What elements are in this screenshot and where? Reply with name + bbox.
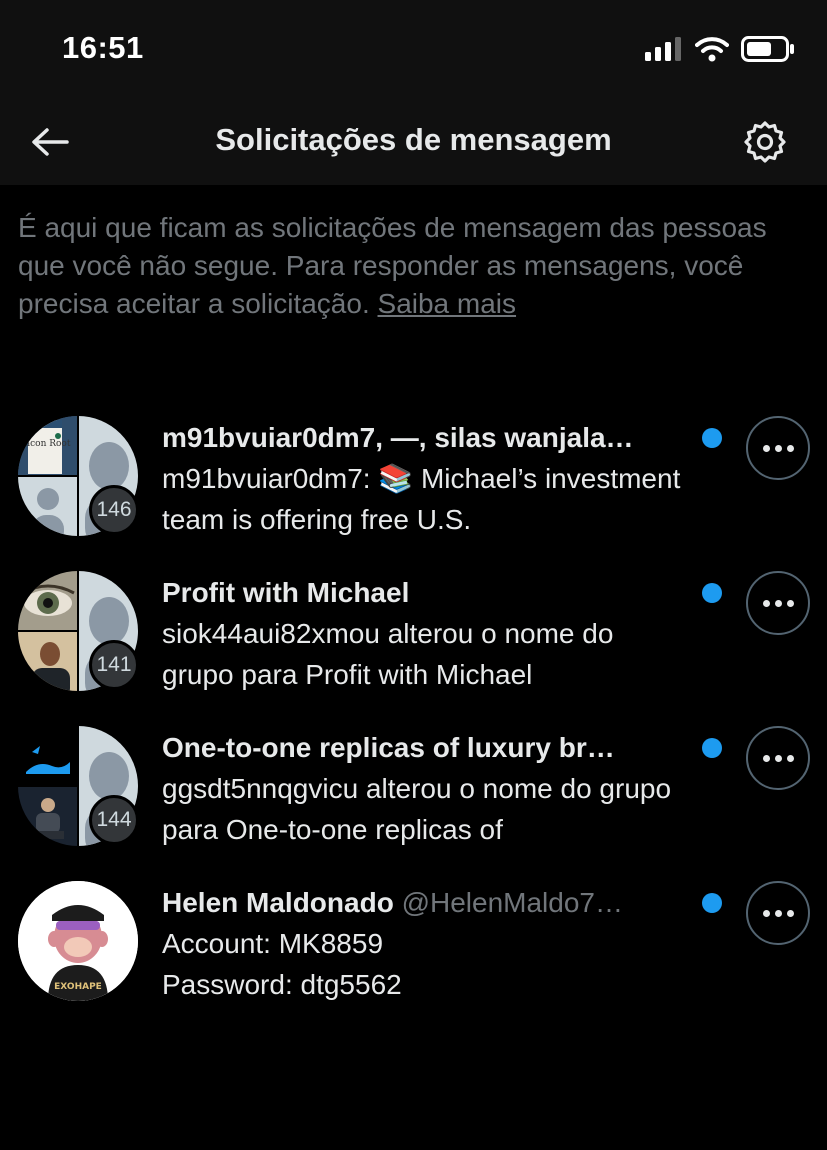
member-count-badge: 141 — [89, 640, 139, 690]
unread-dot — [702, 893, 722, 913]
list-item[interactable]: Yacon Root 146 m91bvuiar0dm7, —, silas w… — [0, 416, 827, 566]
request-message: ggsdt5nnqgvicu alterou o nome do grupo p… — [162, 773, 672, 845]
settings-button[interactable] — [741, 118, 789, 166]
member-count-badge: 146 — [89, 485, 139, 535]
request-title: m91bvuiar0dm7, —, silas wanjala… — [162, 422, 634, 453]
battery-icon — [741, 36, 794, 62]
list-item[interactable]: 144 One-to-one replicas of luxury br… gg… — [0, 726, 827, 876]
more-options-button[interactable] — [746, 881, 810, 945]
gear-icon — [744, 121, 786, 163]
avatar-default — [18, 477, 77, 536]
unread-dot — [702, 428, 722, 448]
request-message: Account: MK8859 Password: dtg5562 — [162, 928, 402, 1000]
avatar-photo — [18, 571, 77, 630]
request-text: Profit with Michael siok44aui82xmou alte… — [162, 573, 682, 695]
avatar-photo — [18, 787, 77, 846]
unread-dot — [702, 738, 722, 758]
status-time: 16:51 — [62, 30, 144, 65]
avatar-label: Yacon Root — [19, 439, 71, 449]
sender-name: Helen Maldonado — [162, 887, 394, 918]
signal-icon — [645, 37, 681, 61]
more-options-button[interactable] — [746, 571, 810, 635]
unread-dot — [702, 583, 722, 603]
request-message: m91bvuiar0dm7: 📚 Michael’s investment te… — [162, 463, 681, 535]
list-item[interactable]: 141 Profit with Michael siok44aui82xmou … — [0, 571, 827, 721]
request-text: Helen Maldonado @HelenMaldo7… Account: M… — [162, 883, 682, 1005]
sender-handle: @HelenMaldo7… — [401, 887, 623, 918]
request-message: siok44aui82xmou alterou o nome do grupo … — [162, 618, 614, 690]
avatar-photo: Yacon Root — [18, 416, 77, 475]
page-title: Solicitações de mensagem — [215, 122, 612, 157]
avatar: EXOHAPE — [18, 881, 138, 1001]
status-bar: 16:51 — [0, 0, 827, 100]
learn-more-link[interactable]: Saiba mais — [378, 288, 517, 319]
request-title: One-to-one replicas of luxury br… — [162, 732, 615, 763]
more-options-button[interactable] — [746, 416, 810, 480]
message-requests-screen: 16:51 Solicitações de mensagem É aqui qu… — [0, 0, 827, 1150]
avatar-photo — [18, 726, 77, 785]
request-title: Helen Maldonado @HelenMaldo7… — [162, 883, 682, 923]
member-count-badge: 144 — [89, 795, 139, 845]
info-text: É aqui que ficam as solicitações de mens… — [18, 209, 808, 323]
request-text: m91bvuiar0dm7, —, silas wanjala… m91bvui… — [162, 418, 682, 540]
avatar-label: EXOHAPE — [54, 982, 102, 992]
more-options-button[interactable] — [746, 726, 810, 790]
request-text: One-to-one replicas of luxury br… ggsdt5… — [162, 728, 682, 850]
top-bar: Solicitações de mensagem — [0, 100, 827, 185]
list-item[interactable]: EXOHAPE Helen Maldonado @HelenMaldo7… Ac… — [0, 881, 827, 1031]
avatar-photo — [18, 632, 77, 691]
request-title: Profit with Michael — [162, 577, 410, 608]
wifi-icon — [695, 37, 729, 62]
status-icons — [645, 36, 795, 62]
